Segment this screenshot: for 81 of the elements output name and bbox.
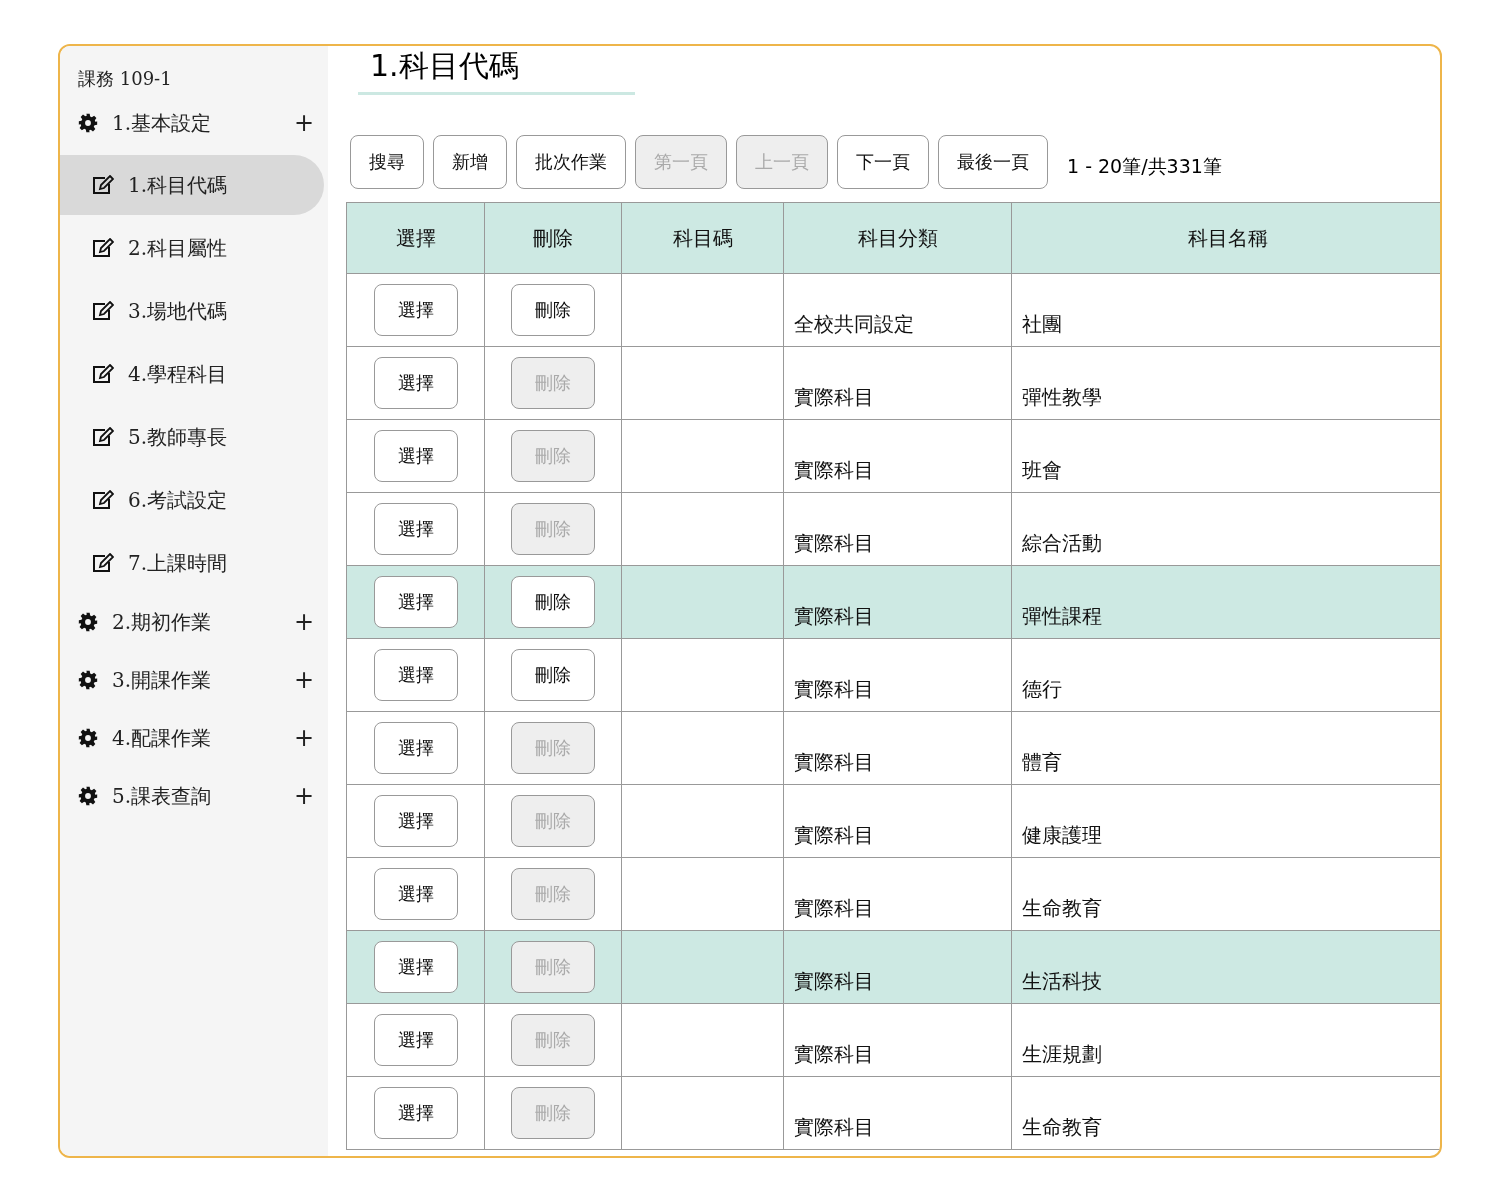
table-cell: 生命教育	[1022, 898, 1102, 918]
table-cell: 實際科目	[794, 825, 874, 845]
toolbar-button[interactable]: 批次作業	[516, 135, 626, 189]
sidebar-item[interactable]: 3.場地代碼	[60, 281, 324, 341]
select-button[interactable]: 選擇	[373, 430, 458, 482]
select-button[interactable]: 選擇	[373, 649, 458, 701]
table-cell: 班會	[1022, 460, 1062, 480]
select-button[interactable]: 選擇	[373, 722, 458, 774]
delete-button[interactable]: 刪除	[511, 649, 595, 701]
edit-icon	[92, 553, 114, 573]
toolbar-button[interactable]: 新增	[433, 135, 507, 189]
edit-icon	[92, 301, 114, 321]
delete-button[interactable]: 刪除	[511, 284, 595, 336]
table-cell: 實際科目	[794, 898, 874, 918]
sidebar-title: 課務 109-1	[77, 67, 173, 91]
expand-toggle[interactable]: +	[293, 784, 314, 808]
table-cell: 全校共同設定	[794, 314, 914, 334]
delete-button[interactable]: 刪除	[511, 576, 595, 628]
select-button[interactable]: 選擇	[373, 868, 458, 920]
table-cell: 健康護理	[1022, 825, 1102, 845]
sidebar-item[interactable]: 5.教師專長	[60, 407, 324, 467]
select-button[interactable]: 選擇	[373, 357, 458, 409]
sidebar-item[interactable]: 7.上課時間	[60, 533, 324, 593]
table-cell: 實際科目	[794, 752, 874, 772]
table-cell: 體育	[1022, 752, 1062, 772]
select-button[interactable]: 選擇	[373, 941, 458, 993]
page-info: 1 - 20筆/共331筆	[1067, 154, 1222, 179]
menu-group[interactable]: 2.期初作業	[112, 612, 294, 632]
sidebar-item[interactable]: 2.科目屬性	[60, 218, 324, 278]
column-header: 科目分類	[783, 202, 1012, 274]
edit-icon	[92, 490, 114, 510]
select-button[interactable]: 選擇	[373, 1087, 458, 1139]
table-cell: 彈性教學	[1022, 387, 1102, 407]
table-cell: 實際科目	[794, 971, 874, 991]
column-header: 刪除	[484, 202, 622, 274]
table-cell: 生命教育	[1022, 1117, 1102, 1137]
expand-toggle[interactable]: +	[293, 726, 314, 750]
menu-group[interactable]: 4.配課作業	[112, 728, 294, 748]
expand-toggle[interactable]: +	[293, 668, 314, 692]
select-button[interactable]: 選擇	[373, 503, 458, 555]
toolbar-button[interactable]: 最後一頁	[938, 135, 1048, 189]
select-button[interactable]: 選擇	[373, 1014, 458, 1066]
table-cell: 實際科目	[794, 1044, 874, 1064]
column-header: 選擇	[346, 202, 485, 274]
gear-icon	[78, 670, 98, 690]
table-cell: 實際科目	[794, 387, 874, 407]
expand-toggle[interactable]: +	[293, 610, 314, 634]
toolbar-button[interactable]: 下一頁	[837, 135, 929, 189]
table-cell: 社團	[1022, 314, 1062, 334]
table-cell: 生活科技	[1022, 971, 1102, 991]
table-cell: 實際科目	[794, 606, 874, 626]
table-cell: 實際科目	[794, 679, 874, 699]
sidebar-item[interactable]: 4.學程科目	[60, 344, 324, 404]
table-cell: 彈性課程	[1022, 606, 1102, 626]
edit-icon	[92, 364, 114, 384]
gear-icon	[78, 728, 98, 748]
toolbar-button[interactable]: 搜尋	[350, 135, 424, 189]
select-button[interactable]: 選擇	[373, 576, 458, 628]
edit-icon	[92, 175, 114, 195]
select-button[interactable]: 選擇	[373, 795, 458, 847]
table-cell: 實際科目	[794, 460, 874, 480]
column-header: 科目名稱	[1011, 202, 1440, 274]
gear-icon	[78, 612, 98, 632]
gear-icon	[78, 113, 98, 133]
table-cell: 綜合活動	[1022, 533, 1102, 553]
expand-toggle[interactable]: +	[293, 111, 314, 135]
edit-icon	[92, 427, 114, 447]
menu-group[interactable]: 5.課表查詢	[112, 786, 294, 806]
table-cell: 德行	[1022, 679, 1062, 699]
menu-group[interactable]: 3.開課作業	[112, 670, 294, 690]
select-button[interactable]: 選擇	[373, 284, 458, 336]
column-header: 科目碼	[621, 202, 784, 274]
menu-group[interactable]: 1.基本設定	[112, 113, 294, 133]
table-cell: 實際科目	[794, 1117, 874, 1137]
table-cell: 實際科目	[794, 533, 874, 553]
gear-icon	[78, 786, 98, 806]
sidebar-item[interactable]: 1.科目代碼	[60, 155, 324, 215]
table-cell: 生涯規劃	[1022, 1044, 1102, 1064]
sidebar-item[interactable]: 6.考試設定	[60, 470, 324, 530]
page-title: 1.科目代碼	[358, 46, 635, 95]
edit-icon	[92, 238, 114, 258]
